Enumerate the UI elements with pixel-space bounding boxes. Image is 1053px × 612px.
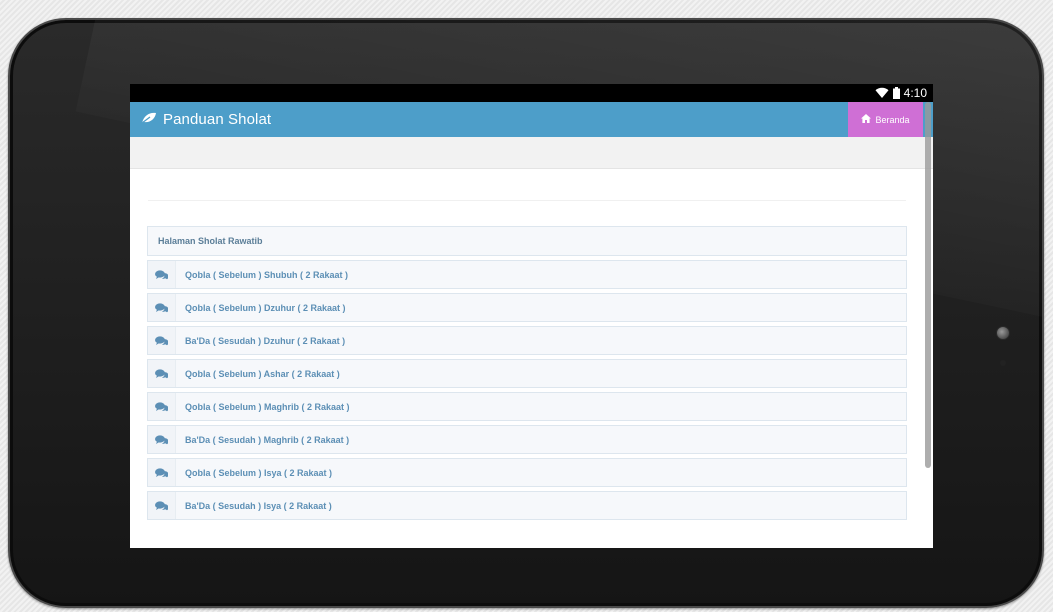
comments-icon [148,459,176,486]
app-screen: Panduan Sholat Beranda Halaman Sholat Ra… [130,102,933,548]
comments-icon [148,426,176,453]
battery-icon [892,87,900,99]
home-button[interactable]: Beranda [848,102,923,137]
list-item-label: Qobla ( Sebelum ) Isya ( 2 Rakaat ) [185,467,333,478]
list-item[interactable]: Ba'Da ( Sesudah ) Dzuhur ( 2 Rakaat ) [147,326,907,355]
list-item-label: Qobla ( Sebelum ) Ashar ( 2 Rakaat ) [185,368,340,379]
comments-icon [148,261,176,288]
comments-icon [148,327,176,354]
app-header: Panduan Sholat Beranda [130,102,933,137]
list-item-label: Ba'Da ( Sesudah ) Maghrib ( 2 Rakaat ) [185,434,350,445]
comments-icon [148,393,176,420]
list-item[interactable]: Qobla ( Sebelum ) Dzuhur ( 2 Rakaat ) [147,293,907,322]
camera-icon [996,326,1010,340]
list-item-label: Ba'Da ( Sesudah ) Dzuhur ( 2 Rakaat ) [185,335,346,346]
comments-icon [148,294,176,321]
list-item-label: Qobla ( Sebelum ) Shubuh ( 2 Rakaat ) [185,269,349,280]
list-item[interactable]: Qobla ( Sebelum ) Maghrib ( 2 Rakaat ) [147,392,907,421]
sub-toolbar [130,137,933,169]
list-item[interactable]: Ba'Da ( Sesudah ) Isya ( 2 Rakaat ) [147,491,907,520]
app-title: Panduan Sholat [130,111,271,128]
leaf-icon [141,111,157,128]
comments-icon [148,360,176,387]
list-item-label: Qobla ( Sebelum ) Dzuhur ( 2 Rakaat ) [185,302,346,313]
list-item[interactable]: Qobla ( Sebelum ) Shubuh ( 2 Rakaat ) [147,260,907,289]
list-item[interactable]: Qobla ( Sebelum ) Ashar ( 2 Rakaat ) [147,359,907,388]
wifi-icon [875,87,889,99]
home-icon [861,114,872,125]
scrollbar[interactable] [925,102,931,468]
home-button-label: Beranda [875,114,910,125]
list-item[interactable]: Ba'Da ( Sesudah ) Maghrib ( 2 Rakaat ) [147,425,907,454]
divider [148,200,906,201]
status-bar: 4:10 [130,84,933,102]
status-time: 4:10 [903,86,927,100]
list-item-label: Ba'Da ( Sesudah ) Isya ( 2 Rakaat ) [185,500,332,511]
rawatib-list: Halaman Sholat Rawatib Qobla ( Sebelum )… [147,226,907,520]
comments-icon [148,492,176,519]
app-title-text: Panduan Sholat [163,111,272,128]
list-item[interactable]: Qobla ( Sebelum ) Isya ( 2 Rakaat ) [147,458,907,487]
list-item-label: Qobla ( Sebelum ) Maghrib ( 2 Rakaat ) [185,401,350,412]
list-heading: Halaman Sholat Rawatib [147,226,907,256]
sensor-dot [1000,360,1006,366]
